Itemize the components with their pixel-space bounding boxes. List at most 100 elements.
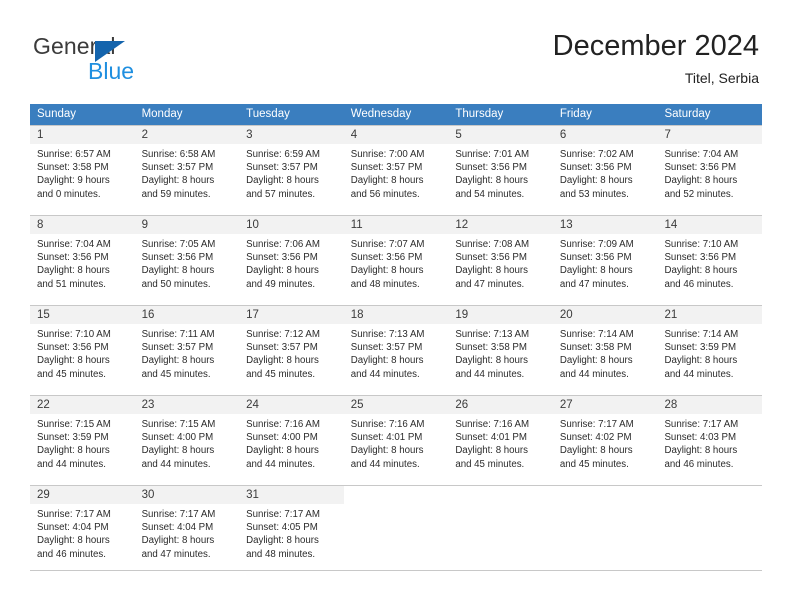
day-cell[interactable]: 29 Sunrise: 7:17 AM Sunset: 4:04 PM Dayl… xyxy=(30,486,135,575)
day-number: 25 xyxy=(350,399,364,411)
day-cell[interactable]: 11 Sunrise: 7:07 AM Sunset: 3:56 PM Dayl… xyxy=(343,216,449,305)
day-cell[interactable]: 3 Sunrise: 6:59 AM Sunset: 3:57 PM Dayli… xyxy=(239,126,344,215)
day-number: 29 xyxy=(37,489,50,501)
daylight-text-line2: and 45 minutes. xyxy=(141,368,211,380)
sunset-text: Sunset: 3:58 PM xyxy=(455,342,527,354)
sunrise-text: Sunrise: 7:09 AM xyxy=(559,239,634,250)
weekday-header-tuesday: Tuesday xyxy=(246,108,290,120)
day-number: 23 xyxy=(141,399,155,411)
day-number-band: 13 xyxy=(552,216,658,234)
day-cell[interactable]: 15 Sunrise: 7:10 AM Sunset: 3:56 PM Dayl… xyxy=(30,306,135,395)
day-number-band: 3 xyxy=(239,126,344,144)
day-cell[interactable]: 6 Sunrise: 7:02 AM Sunset: 3:56 PM Dayli… xyxy=(552,126,658,215)
day-number: 5 xyxy=(455,129,462,141)
day-number-band xyxy=(448,486,553,504)
day-info: Sunrise: 7:17 AM Sunset: 4:04 PM Dayligh… xyxy=(135,504,240,561)
sunrise-text: Sunrise: 7:12 AM xyxy=(246,329,320,340)
day-cell[interactable]: 5 Sunrise: 7:01 AM Sunset: 3:56 PM Dayli… xyxy=(448,126,553,215)
day-info: Sunrise: 7:15 AM Sunset: 3:59 PM Dayligh… xyxy=(30,414,135,471)
day-info: Sunrise: 6:59 AM Sunset: 3:57 PM Dayligh… xyxy=(239,144,344,201)
sunset-text: Sunset: 3:56 PM xyxy=(455,162,527,174)
day-info: Sunrise: 7:15 AM Sunset: 4:00 PM Dayligh… xyxy=(135,414,240,471)
day-cell[interactable]: 30 Sunrise: 7:17 AM Sunset: 4:04 PM Dayl… xyxy=(134,486,240,575)
sunrise-text: Sunrise: 7:16 AM xyxy=(246,419,320,430)
daylight-text-line2: and 44 minutes. xyxy=(350,458,420,470)
day-number-band: 24 xyxy=(239,396,344,414)
sunrise-text: Sunrise: 7:01 AM xyxy=(455,149,530,160)
generalblue-logo[interactable]: General Blue xyxy=(33,33,213,84)
daylight-text-line1: Daylight: 8 hours xyxy=(141,445,215,457)
day-cell[interactable]: 1 Sunrise: 6:57 AM Sunset: 3:58 PM Dayli… xyxy=(30,126,135,215)
daylight-text-line2: and 45 minutes. xyxy=(246,368,316,380)
daylight-text-line1: Daylight: 8 hours xyxy=(246,175,319,187)
day-cell[interactable]: 8 Sunrise: 7:04 AM Sunset: 3:56 PM Dayli… xyxy=(30,216,135,305)
day-cell[interactable]: 18 Sunrise: 7:13 AM Sunset: 3:57 PM Dayl… xyxy=(343,306,449,395)
sunset-text: Sunset: 3:59 PM xyxy=(664,342,737,354)
day-cell[interactable]: 21 Sunrise: 7:14 AM Sunset: 3:59 PM Dayl… xyxy=(657,306,763,395)
day-number-band: 21 xyxy=(657,306,763,324)
day-number-band: 5 xyxy=(448,126,553,144)
day-number: 22 xyxy=(37,399,50,411)
day-cell[interactable]: 24 Sunrise: 7:16 AM Sunset: 4:00 PM Dayl… xyxy=(239,396,344,485)
daylight-text-line1: Daylight: 8 hours xyxy=(246,535,319,547)
day-cell[interactable]: 10 Sunrise: 7:06 AM Sunset: 3:56 PM Dayl… xyxy=(239,216,344,305)
day-cell[interactable]: 9 Sunrise: 7:05 AM Sunset: 3:56 PM Dayli… xyxy=(134,216,240,305)
daylight-text-line2: and 48 minutes. xyxy=(246,548,316,560)
sunrise-text: Sunrise: 7:00 AM xyxy=(350,149,425,160)
sunrise-text: Sunrise: 7:17 AM xyxy=(246,509,320,520)
sunset-text: Sunset: 3:57 PM xyxy=(246,342,318,354)
daylight-text-line1: Daylight: 8 hours xyxy=(37,535,110,547)
week-row: 29 Sunrise: 7:17 AM Sunset: 4:04 PM Dayl… xyxy=(30,485,762,575)
day-cell[interactable]: 27 Sunrise: 7:17 AM Sunset: 4:02 PM Dayl… xyxy=(552,396,658,485)
bottom-divider xyxy=(30,570,762,571)
day-info: Sunrise: 7:16 AM Sunset: 4:00 PM Dayligh… xyxy=(239,414,344,471)
sunset-text: Sunset: 3:56 PM xyxy=(141,252,214,264)
sunset-text: Sunset: 3:57 PM xyxy=(350,342,423,354)
day-cell[interactable]: 20 Sunrise: 7:14 AM Sunset: 3:58 PM Dayl… xyxy=(552,306,658,395)
day-number: 1 xyxy=(37,129,44,141)
day-info xyxy=(448,504,553,508)
daylight-text-line2: and 46 minutes. xyxy=(37,548,106,560)
daylight-text-line2: and 44 minutes. xyxy=(141,458,211,470)
day-cell[interactable]: 12 Sunrise: 7:08 AM Sunset: 3:56 PM Dayl… xyxy=(448,216,553,305)
daylight-text-line1: Daylight: 8 hours xyxy=(664,265,738,277)
day-cell[interactable]: 17 Sunrise: 7:12 AM Sunset: 3:57 PM Dayl… xyxy=(239,306,344,395)
day-info: Sunrise: 6:58 AM Sunset: 3:57 PM Dayligh… xyxy=(135,144,240,201)
day-number: 15 xyxy=(37,309,50,321)
day-number: 27 xyxy=(559,399,573,411)
daylight-text-line1: Daylight: 8 hours xyxy=(559,175,633,187)
day-cell[interactable]: 31 Sunrise: 7:17 AM Sunset: 4:05 PM Dayl… xyxy=(239,486,344,575)
day-number-band: 28 xyxy=(657,396,763,414)
day-cell[interactable]: 14 Sunrise: 7:10 AM Sunset: 3:56 PM Dayl… xyxy=(657,216,763,305)
day-info: Sunrise: 6:57 AM Sunset: 3:58 PM Dayligh… xyxy=(30,144,135,201)
daylight-text-line1: Daylight: 8 hours xyxy=(141,265,215,277)
daylight-text-line2: and 44 minutes. xyxy=(559,368,629,380)
logo-text-blue: Blue xyxy=(88,58,135,84)
sunrise-text: Sunrise: 6:58 AM xyxy=(141,149,216,160)
day-cell[interactable]: 13 Sunrise: 7:09 AM Sunset: 3:56 PM Dayl… xyxy=(552,216,658,305)
day-cell[interactable]: 19 Sunrise: 7:13 AM Sunset: 3:58 PM Dayl… xyxy=(448,306,553,395)
day-cell[interactable]: 22 Sunrise: 7:15 AM Sunset: 3:59 PM Dayl… xyxy=(30,396,135,485)
day-cell[interactable]: 4 Sunrise: 7:00 AM Sunset: 3:57 PM Dayli… xyxy=(343,126,449,215)
sunset-text: Sunset: 3:56 PM xyxy=(37,252,109,264)
day-number: 10 xyxy=(246,219,259,231)
day-cell[interactable]: 16 Sunrise: 7:11 AM Sunset: 3:57 PM Dayl… xyxy=(134,306,240,395)
day-cell[interactable]: 26 Sunrise: 7:16 AM Sunset: 4:01 PM Dayl… xyxy=(448,396,553,485)
day-info: Sunrise: 7:17 AM Sunset: 4:05 PM Dayligh… xyxy=(239,504,344,561)
day-info: Sunrise: 7:13 AM Sunset: 3:58 PM Dayligh… xyxy=(448,324,553,381)
day-cell[interactable]: 25 Sunrise: 7:16 AM Sunset: 4:01 PM Dayl… xyxy=(343,396,449,485)
day-cell[interactable]: 23 Sunrise: 7:15 AM Sunset: 4:00 PM Dayl… xyxy=(134,396,240,485)
daylight-text-line2: and 57 minutes. xyxy=(246,188,316,200)
day-cell[interactable]: 7 Sunrise: 7:04 AM Sunset: 3:56 PM Dayli… xyxy=(657,126,763,215)
day-info: Sunrise: 7:16 AM Sunset: 4:01 PM Dayligh… xyxy=(344,414,449,471)
day-cell[interactable]: 2 Sunrise: 6:58 AM Sunset: 3:57 PM Dayli… xyxy=(134,126,240,215)
daylight-text-line2: and 47 minutes. xyxy=(455,278,525,290)
day-number-band xyxy=(344,486,449,504)
day-cell[interactable]: 28 Sunrise: 7:17 AM Sunset: 4:03 PM Dayl… xyxy=(657,396,763,485)
day-number: 19 xyxy=(455,309,469,321)
day-info: Sunrise: 7:14 AM Sunset: 3:58 PM Dayligh… xyxy=(553,324,658,381)
weekday-header-row: Sunday Monday Tuesday Wednesday Thursday… xyxy=(30,104,762,125)
daylight-text-line2: and 59 minutes. xyxy=(141,188,211,200)
weekday-header-saturday: Saturday xyxy=(664,108,711,120)
week-row: 8 Sunrise: 7:04 AM Sunset: 3:56 PM Dayli… xyxy=(30,215,763,305)
